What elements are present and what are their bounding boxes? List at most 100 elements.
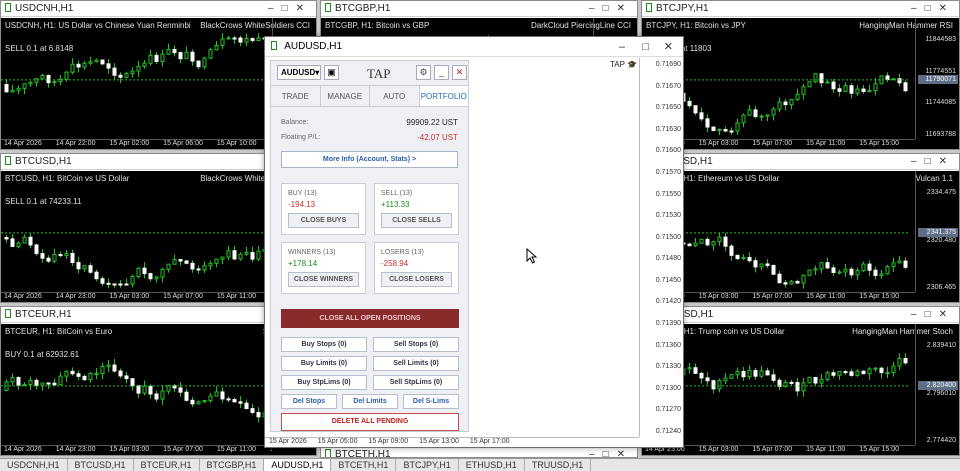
more-info-button[interactable]: More Info (Account, Stats) > [281,151,458,168]
price-axis[interactable]: 11844583 11774551 11744085 11693788 11790071 [915,18,959,139]
candle [76,373,81,377]
sell-stplims-button[interactable]: Sell StpLims (0) [373,375,459,390]
candle [184,260,189,264]
tab-trade[interactable]: TRADE [271,86,321,106]
candle [226,37,231,40]
minimize-panel-icon[interactable]: _ [434,65,449,80]
candle [130,378,135,387]
time-axis[interactable]: 14 Apr 2026 14 Apr 22:00 15 Apr 02:00 15 Ap… [1,139,272,149]
del-limits-button[interactable]: Del Limits [342,394,398,409]
chart-tab[interactable]: BTCETH,H1 [331,459,397,471]
candle [190,262,195,270]
candle [843,268,848,273]
chart-tab[interactable]: USDCNH,H1 [0,459,68,471]
price-axis[interactable]: 0.71690 0.71670 0.71650 0.71630 0.71600 0.715… [639,58,683,437]
tab-manage[interactable]: MANAGE [321,86,370,106]
close-all-positions-button[interactable]: CLOSE ALL OPEN POSITIONS [281,309,459,328]
buy-value: -194.13 [288,200,316,209]
chart-window-truusd[interactable]: TRUUSD,H1 –□✕ TRUUSD, H1: Trump coin vs US… [641,306,960,456]
chart-tab[interactable]: BTCUSD,H1 [68,459,134,471]
chart-tab[interactable]: BTCJPY,H1 [396,459,459,471]
candle [256,37,261,42]
close-losers-button[interactable]: CLOSE LOSERS [381,272,452,287]
close-buys-button[interactable]: CLOSE BUYS [288,213,359,228]
tab-auto[interactable]: AUTO [370,86,420,106]
time-axis[interactable]: 15 Apr 2026 15 Apr 05:00 15 Apr 09:00 15 Ap… [265,437,639,447]
price-axis[interactable]: 2334.475 2320.480 2306.465 2341.375 [915,171,959,292]
symbol-select[interactable]: AUDUSD▾ [277,65,321,80]
delete-all-pending-button[interactable]: DELETE ALL PENDING [281,413,459,431]
candle [873,269,878,276]
minimize-icon[interactable]: – [619,37,625,57]
audusd-chart-window[interactable]: AUDUSD,H1 – □ ✕ TAP 🎓 0.71690 0.71670 0.71… [264,36,684,448]
window-controls[interactable]: –□✕ [589,447,633,457]
candle [70,370,75,375]
candle [256,411,261,418]
close-icon[interactable]: ✕ [664,37,673,57]
chart-tab[interactable]: BTCEUR,H1 [134,459,200,471]
candle [220,391,225,400]
candle [40,253,45,259]
close-panel-icon[interactable]: ✕ [452,65,467,80]
candle [825,262,830,269]
price-tick: 0.71360 [655,341,681,349]
candle [106,282,111,285]
chart-tab[interactable]: AUDUSD,H1 [264,459,332,471]
camera-icon[interactable]: ▣ [324,65,339,80]
time-tick: 15 Apr 15:00 [859,446,899,453]
chart-window-title-bar[interactable]: BTCGBP,H1 –□✕ [321,1,637,17]
close-winners-button[interactable]: CLOSE WINNERS [288,272,359,287]
chart-tab[interactable]: BTCGBP,H1 [200,459,265,471]
window-controls[interactable]: –□✕ [268,1,312,17]
chart-window-title-bar[interactable]: TRUUSD,H1 –□✕ [642,307,959,323]
candle [831,267,836,273]
sell-limits-button[interactable]: Sell Limits (0) [373,356,459,371]
floating-value: -42.07 UST [417,133,458,142]
chart-window-title-bar[interactable]: USDCNH,H1 –□✕ [1,1,316,17]
chart-window-ethusd[interactable]: ETHUSD,H1 –□✕ ETHUSD, H1: Ethereum vs US D… [641,153,960,303]
chart-canvas[interactable]: TRUUSD, H1: Trump coin vs US Dollar Hangi… [642,324,959,455]
audusd-chart-area[interactable]: TAP 🎓 0.71690 0.71670 0.71650 0.71630 0.7160… [265,58,683,447]
chart-tab[interactable]: ETHUSD,H1 [459,459,525,471]
candle [28,236,33,246]
window-controls[interactable]: –□✕ [911,307,955,323]
candle [22,83,27,89]
candle [214,258,219,264]
candle [825,372,830,381]
buy-stplims-button[interactable]: Buy StpLims (0) [281,375,367,390]
gear-icon[interactable]: ⚙ [416,65,431,80]
candle [82,265,87,270]
time-axis[interactable]: 14 Apr 2026 14 Apr 23:00 15 Apr 03:00 15 Ap… [1,445,272,455]
chart-window-title-bar[interactable]: BTCJPY,H1 –□✕ [642,1,959,17]
buy-stops-button[interactable]: Buy Stops (0) [281,337,367,352]
chart-window-title: BTCUSD,H1 [15,156,72,167]
del-stops-button[interactable]: Del Stops [281,394,337,409]
chart-tab[interactable]: TRUUSD,H1 [525,459,592,471]
window-controls[interactable]: –□✕ [589,1,633,17]
tab-portfolio[interactable]: PORTFOLIO [419,86,468,106]
candle [819,73,824,84]
price-axis[interactable]: 2.839410 2.796010 2.774420 2.820400 [915,324,959,445]
winners-label: WINNERS (13) [288,249,336,256]
chart-window-title-bar[interactable]: ETHUSD,H1 –□✕ [642,154,959,170]
time-tick: 15 Apr 03:00 [698,446,739,453]
chart-canvas[interactable]: BTCJPY, H1: Bitcoin vs JPY HangingMan Ham… [642,18,959,149]
window-controls[interactable]: –□✕ [911,154,955,170]
sell-stops-button[interactable]: Sell Stops (0) [373,337,459,352]
chart-window-btcjpy[interactable]: BTCJPY,H1 –□✕ BTCJPY, H1: Bitcoin vs JPY Ha… [641,0,960,150]
window-controls[interactable]: –□✕ [911,1,955,17]
del-slims-button[interactable]: Del S-Lims [403,394,459,409]
close-sells-button[interactable]: CLOSE SELLS [381,213,452,228]
maximize-icon[interactable]: □ [642,37,649,57]
time-axis[interactable]: 14 Apr 2026 14 Apr 23:00 15 Apr 03:00 15 Ap… [1,292,272,302]
chart-window-title-bar[interactable]: BTCETH,H1 –□✕ [321,447,637,457]
candle [154,393,159,400]
candle [699,112,704,120]
price-tick: 0.71530 [655,212,681,220]
buy-limits-button[interactable]: Buy Limits (0) [281,356,367,371]
window-title-bar[interactable]: AUDUSD,H1 – □ ✕ [265,37,683,57]
chart-header: BTCUSD, H1: BitCoin vs US Dollar [5,174,130,183]
chart-canvas[interactable]: ETHUSD, H1: Ethereum vs US Dollar Vulcan … [642,171,959,302]
candle [76,262,81,270]
candle [40,382,45,386]
